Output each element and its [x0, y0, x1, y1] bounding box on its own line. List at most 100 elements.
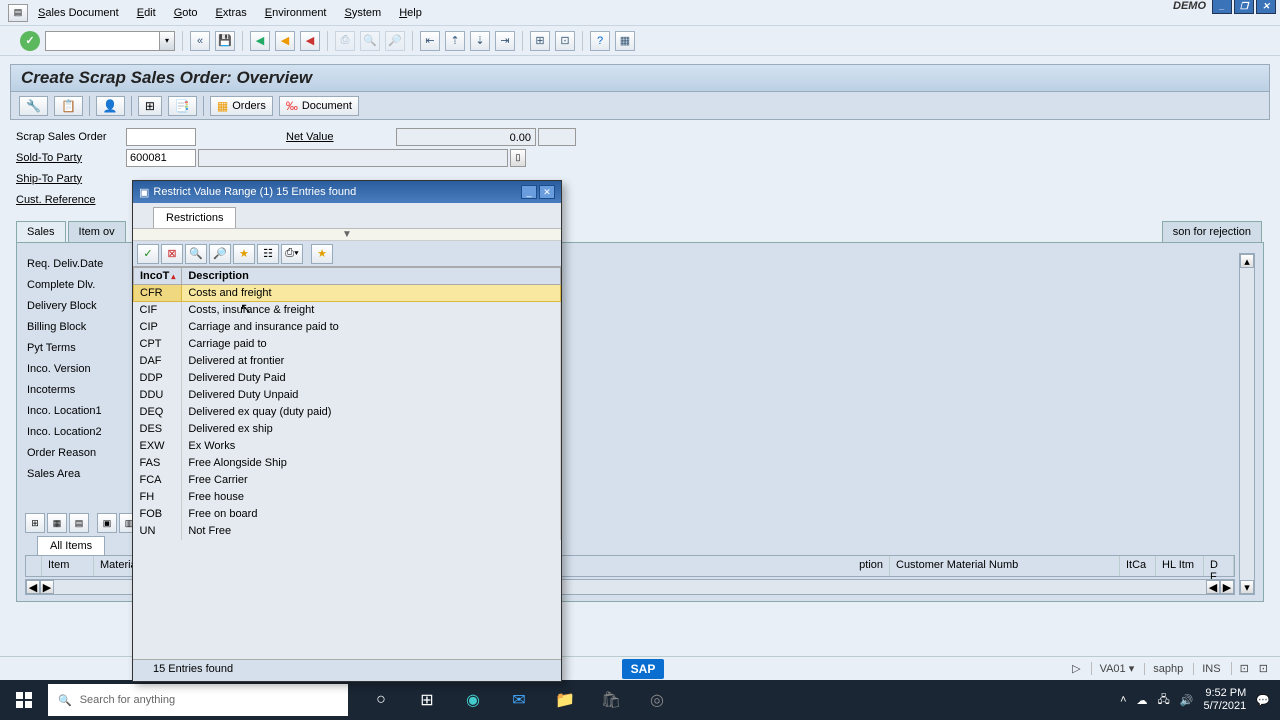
- volume-icon[interactable]: 🔊: [1180, 694, 1194, 707]
- enter-button[interactable]: ✓: [20, 31, 40, 51]
- popup-filter-row[interactable]: ▼: [133, 229, 561, 241]
- menu-extras[interactable]: Extras: [216, 7, 247, 19]
- description-col[interactable]: Description: [182, 268, 561, 285]
- cust-mat-col[interactable]: Customer Material Numb: [890, 556, 1120, 576]
- menu-sales-document[interactable]: Sales Document: [38, 7, 119, 19]
- explorer-icon[interactable]: 📁: [542, 680, 588, 720]
- first-page-icon[interactable]: ⇤: [420, 31, 440, 51]
- last-page-icon[interactable]: ⇥: [495, 31, 515, 51]
- cortana-icon[interactable]: ○: [358, 680, 404, 720]
- table-row[interactable]: FCAFree Carrier: [134, 472, 561, 489]
- find-next-icon[interactable]: 🔎: [385, 31, 405, 51]
- window-close-icon[interactable]: ✕: [1256, 0, 1276, 14]
- incoterm-col[interactable]: IncoT: [134, 268, 182, 285]
- table-row[interactable]: DAFDelivered at frontier: [134, 353, 561, 370]
- table-row[interactable]: CIPCarriage and insurance paid to: [134, 319, 561, 336]
- network-icon[interactable]: 🖧: [1158, 691, 1170, 710]
- command-field[interactable]: ▾: [45, 31, 175, 51]
- nav-indicator-icon[interactable]: ▷: [1072, 662, 1080, 675]
- next-page-icon[interactable]: ⇣: [470, 31, 490, 51]
- row-selector-col[interactable]: [26, 556, 42, 576]
- table-row[interactable]: DEQDelivered ex quay (duty paid): [134, 404, 561, 421]
- header-text-button[interactable]: ⊞: [138, 96, 162, 116]
- save-icon[interactable]: 💾: [215, 31, 235, 51]
- popup-find-next-icon[interactable]: 🔎: [209, 244, 231, 264]
- start-button[interactable]: [0, 680, 48, 720]
- taskbar-search[interactable]: 🔍 Search for anything: [48, 684, 348, 716]
- popup-accept-icon[interactable]: ✓: [137, 244, 159, 264]
- onedrive-icon[interactable]: ☁: [1137, 694, 1148, 707]
- menu-system[interactable]: System: [345, 7, 382, 19]
- status-icon[interactable]: ⊡: [1231, 662, 1249, 675]
- back-icon[interactable]: «: [190, 31, 210, 51]
- select-all-icon[interactable]: ▦: [47, 513, 67, 533]
- table-row[interactable]: FHFree house: [134, 489, 561, 506]
- tab-reason-rejection[interactable]: son for rejection: [1162, 221, 1262, 242]
- popup-titlebar[interactable]: ▣ Restrict Value Range (1) 15 Entries fo…: [133, 181, 561, 203]
- menu-environment[interactable]: Environment: [265, 7, 327, 19]
- taskview-icon[interactable]: ⊞: [404, 680, 450, 720]
- table-row[interactable]: CPTCarriage paid to: [134, 336, 561, 353]
- table-row[interactable]: FOBFree on board: [134, 506, 561, 523]
- table-row[interactable]: DDPDelivered Duty Paid: [134, 370, 561, 387]
- prev-page-icon[interactable]: ⇡: [445, 31, 465, 51]
- table-row[interactable]: DDUDelivered Duty Unpaid: [134, 387, 561, 404]
- popup-personal-icon[interactable]: ☷: [257, 244, 279, 264]
- status-lock-icon[interactable]: ⊡: [1259, 662, 1268, 675]
- help-icon[interactable]: ?: [590, 31, 610, 51]
- popup-print-icon[interactable]: ⎙▾: [281, 244, 303, 264]
- propose-items-button[interactable]: 📋: [54, 96, 83, 116]
- hlitm-col[interactable]: HL Itm: [1156, 556, 1204, 576]
- mail-icon[interactable]: ✉: [496, 680, 542, 720]
- menu-icon[interactable]: ▤: [8, 4, 28, 22]
- popup-star-icon[interactable]: ★: [233, 244, 255, 264]
- deselect-icon[interactable]: ▤: [69, 513, 89, 533]
- popup-min-icon[interactable]: _: [521, 185, 537, 199]
- tab-item-overview[interactable]: Item ov: [68, 221, 126, 242]
- table-row[interactable]: CFRCosts and freight: [134, 285, 561, 302]
- header-output-button[interactable]: 📑: [168, 96, 197, 116]
- table-row[interactable]: UNNot Free: [134, 523, 561, 540]
- scrap-order-input[interactable]: [126, 128, 196, 146]
- table-row[interactable]: DESDelivered ex ship: [134, 421, 561, 438]
- back-green-icon[interactable]: ◀: [250, 31, 270, 51]
- item-col[interactable]: Item: [42, 556, 94, 576]
- shortcut-icon[interactable]: ⊡: [555, 31, 575, 51]
- window-min-icon[interactable]: _: [1212, 0, 1232, 14]
- restrictions-tab[interactable]: Restrictions: [153, 207, 236, 228]
- popup-find-icon[interactable]: 🔍: [185, 244, 207, 264]
- cancel-icon[interactable]: ◀: [300, 31, 320, 51]
- orders-button[interactable]: ▦Orders: [210, 96, 273, 116]
- edge-icon[interactable]: ◉: [450, 680, 496, 720]
- table-row[interactable]: CIFCosts, insurance & freight: [134, 302, 561, 319]
- store-icon[interactable]: 🛍: [588, 680, 634, 720]
- sold-to-search-icon[interactable]: ▯: [510, 149, 526, 167]
- exit-icon[interactable]: ◀: [275, 31, 295, 51]
- print-icon[interactable]: ⎙: [335, 31, 355, 51]
- app-icon[interactable]: ◎: [634, 680, 680, 720]
- find-icon[interactable]: 🔍: [360, 31, 380, 51]
- tab-sales[interactable]: Sales: [16, 221, 66, 242]
- tray-up-icon[interactable]: ˄: [1120, 694, 1126, 706]
- menu-help[interactable]: Help: [399, 7, 422, 19]
- itca-col[interactable]: ItCa: [1120, 556, 1156, 576]
- display-header-button[interactable]: 🔧: [19, 96, 48, 116]
- menu-edit[interactable]: Edit: [137, 7, 156, 19]
- document-button[interactable]: ‰Document: [279, 96, 359, 116]
- config-icon[interactable]: ⊞: [25, 513, 45, 533]
- notification-icon[interactable]: 💬: [1256, 694, 1270, 707]
- layout-icon[interactable]: ▦: [615, 31, 635, 51]
- popup-close-icon[interactable]: ✕: [539, 185, 555, 199]
- window-restore-icon[interactable]: ❐: [1234, 0, 1254, 14]
- clock[interactable]: 9:52 PM 5/7/2021: [1203, 687, 1246, 713]
- grid-icon-1[interactable]: ▣: [97, 513, 117, 533]
- sold-to-input[interactable]: [126, 149, 196, 167]
- table-row[interactable]: FASFree Alongside Ship: [134, 455, 561, 472]
- vertical-scrollbar[interactable]: ▴ ▾: [1239, 253, 1255, 595]
- menu-goto[interactable]: Goto: [174, 7, 198, 19]
- popup-fav-icon[interactable]: ★: [311, 244, 333, 264]
- table-row[interactable]: EXWEx Works: [134, 438, 561, 455]
- new-session-icon[interactable]: ⊞: [530, 31, 550, 51]
- popup-cancel-icon[interactable]: ⊠: [161, 244, 183, 264]
- header-partner-button[interactable]: 👤: [96, 96, 125, 116]
